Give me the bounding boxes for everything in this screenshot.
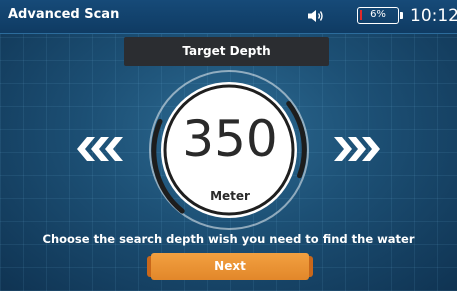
depth-selection-screen: Advanced Scan 6% 10:12 Target Depth 350 … (0, 0, 457, 291)
next-button[interactable]: Next (147, 253, 313, 280)
depth-value: 350 (182, 110, 278, 168)
instruction-text: Choose the search depth wish you need to… (42, 232, 415, 246)
decrease-depth-button[interactable] (68, 128, 130, 170)
triple-chevron-left-icon (77, 137, 123, 161)
triple-chevron-right-icon (334, 137, 380, 161)
increase-depth-button[interactable] (327, 128, 389, 170)
depth-unit: Meter (210, 189, 250, 203)
